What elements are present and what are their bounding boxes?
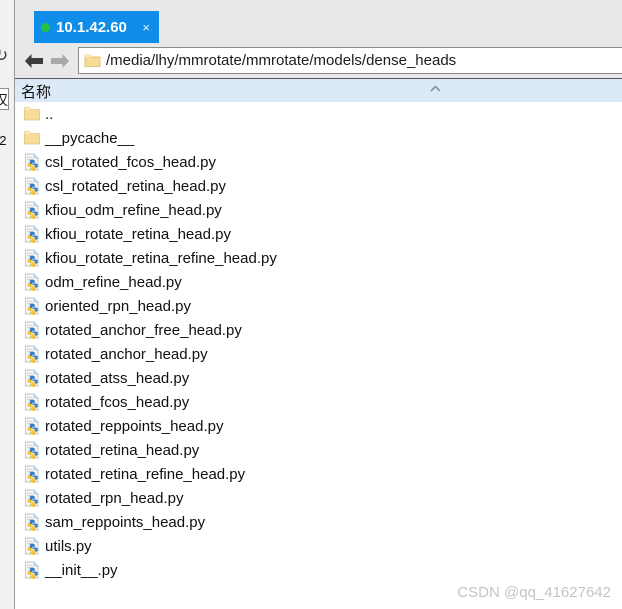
file-name-label: rotated_anchor_free_head.py — [45, 321, 242, 339]
python-file-icon — [22, 320, 42, 340]
python-file-icon — [22, 176, 42, 196]
file-list[interactable]: .. __pycache__ csl_rotated_fcos_head.pycsl… — [15, 102, 622, 609]
python-file-icon — [22, 536, 42, 556]
file-name-label: odm_refine_head.py — [45, 273, 182, 291]
python-file-icon — [22, 488, 42, 508]
python-file-icon — [22, 368, 42, 388]
file-name-label: oriented_rpn_head.py — [45, 297, 191, 315]
file-row[interactable]: __pycache__ — [15, 126, 622, 150]
folder-icon — [22, 128, 42, 148]
close-icon[interactable]: × — [139, 19, 153, 36]
file-row[interactable]: rotated_retina_head.py — [15, 438, 622, 462]
file-row[interactable]: .. — [15, 102, 622, 126]
file-row[interactable]: rotated_fcos_head.py — [15, 390, 622, 414]
file-row[interactable]: kfiou_rotate_retina_refine_head.py — [15, 246, 622, 270]
file-row[interactable]: rotated_anchor_free_head.py — [15, 318, 622, 342]
folder-icon — [22, 104, 42, 124]
watermark-label: CSDN @qq_41627642 — [457, 584, 611, 601]
file-name-label: sam_reppoints_head.py — [45, 513, 206, 531]
file-name-label: csl_rotated_retina_head.py — [45, 177, 226, 195]
python-file-icon — [22, 464, 42, 484]
back-arrow-icon[interactable] — [21, 48, 47, 74]
file-row[interactable]: rotated_anchor_head.py — [15, 342, 622, 366]
python-file-icon — [22, 224, 42, 244]
file-row[interactable]: csl_rotated_retina_head.py — [15, 174, 622, 198]
refresh-icon[interactable]: ↻ — [0, 46, 14, 66]
python-file-icon — [22, 560, 42, 580]
tab-10-1-42-60[interactable]: 10.1.42.60 × — [34, 11, 159, 43]
tab-strip-gap — [15, 0, 34, 43]
file-row[interactable]: rotated_atss_head.py — [15, 366, 622, 390]
file-row[interactable]: __init__.py — [15, 558, 622, 582]
file-row[interactable]: utils.py — [15, 534, 622, 558]
address-path-text: /media/lhy/mmrotate/mmrotate/models/dens… — [106, 52, 457, 69]
python-file-icon — [22, 512, 42, 532]
tab-title: 10.1.42.60 — [56, 18, 127, 36]
file-row[interactable]: kfiou_odm_refine_head.py — [15, 198, 622, 222]
file-browser-window: 10.1.42.60 × /media/lhy/mmrotate/mmrotat… — [15, 0, 622, 609]
file-row[interactable]: rotated_rpn_head.py — [15, 486, 622, 510]
column-header-row[interactable]: 名称 — [15, 78, 622, 102]
python-file-icon — [22, 200, 42, 220]
file-row[interactable]: sam_reppoints_head.py — [15, 510, 622, 534]
file-name-label: rotated_fcos_head.py — [45, 393, 190, 411]
file-row[interactable]: rotated_reppoints_head.py — [15, 414, 622, 438]
file-name-label: __init__.py — [45, 561, 118, 579]
python-file-icon — [22, 416, 42, 436]
background-app-strip: ↻ 汉 22 — [0, 0, 15, 609]
python-file-icon — [22, 152, 42, 172]
file-name-label: .. — [45, 105, 54, 123]
python-file-icon — [22, 296, 42, 316]
python-file-icon — [22, 248, 42, 268]
file-name-label: utils.py — [45, 537, 92, 555]
file-name-label: rotated_rpn_head.py — [45, 489, 184, 507]
file-row[interactable]: rotated_retina_refine_head.py — [15, 462, 622, 486]
file-row[interactable]: odm_refine_head.py — [15, 270, 622, 294]
file-row[interactable]: oriented_rpn_head.py — [15, 294, 622, 318]
file-name-label: kfiou_rotate_retina_head.py — [45, 225, 231, 243]
file-name-label: rotated_retina_refine_head.py — [45, 465, 246, 483]
python-file-icon — [22, 344, 42, 364]
python-file-icon — [22, 392, 42, 412]
file-name-label: rotated_anchor_head.py — [45, 345, 208, 363]
file-row[interactable]: csl_rotated_fcos_head.py — [15, 150, 622, 174]
clipped-number-label: 22 — [0, 133, 7, 148]
file-name-label: rotated_atss_head.py — [45, 369, 190, 387]
chevron-up-icon — [429, 83, 442, 95]
forward-arrow-icon — [47, 48, 73, 74]
file-name-label: csl_rotated_fcos_head.py — [45, 153, 216, 171]
file-name-label: kfiou_odm_refine_head.py — [45, 201, 222, 219]
tab-strip: 10.1.42.60 × — [15, 0, 622, 43]
file-name-label: __pycache__ — [45, 129, 135, 147]
python-file-icon — [22, 440, 42, 460]
folder-icon — [84, 53, 101, 68]
file-name-label: kfiou_rotate_retina_refine_head.py — [45, 249, 277, 267]
file-name-label: rotated_retina_head.py — [45, 441, 200, 459]
connected-status-dot — [41, 22, 50, 32]
clipped-text-field: 汉 — [0, 88, 9, 110]
file-name-label: rotated_reppoints_head.py — [45, 417, 224, 435]
address-input[interactable]: /media/lhy/mmrotate/mmrotate/models/dens… — [78, 47, 622, 74]
file-row[interactable]: kfiou_rotate_retina_head.py — [15, 222, 622, 246]
python-file-icon — [22, 272, 42, 292]
column-header-name[interactable]: 名称 — [21, 81, 51, 102]
address-bar: /media/lhy/mmrotate/mmrotate/models/dens… — [15, 43, 622, 78]
